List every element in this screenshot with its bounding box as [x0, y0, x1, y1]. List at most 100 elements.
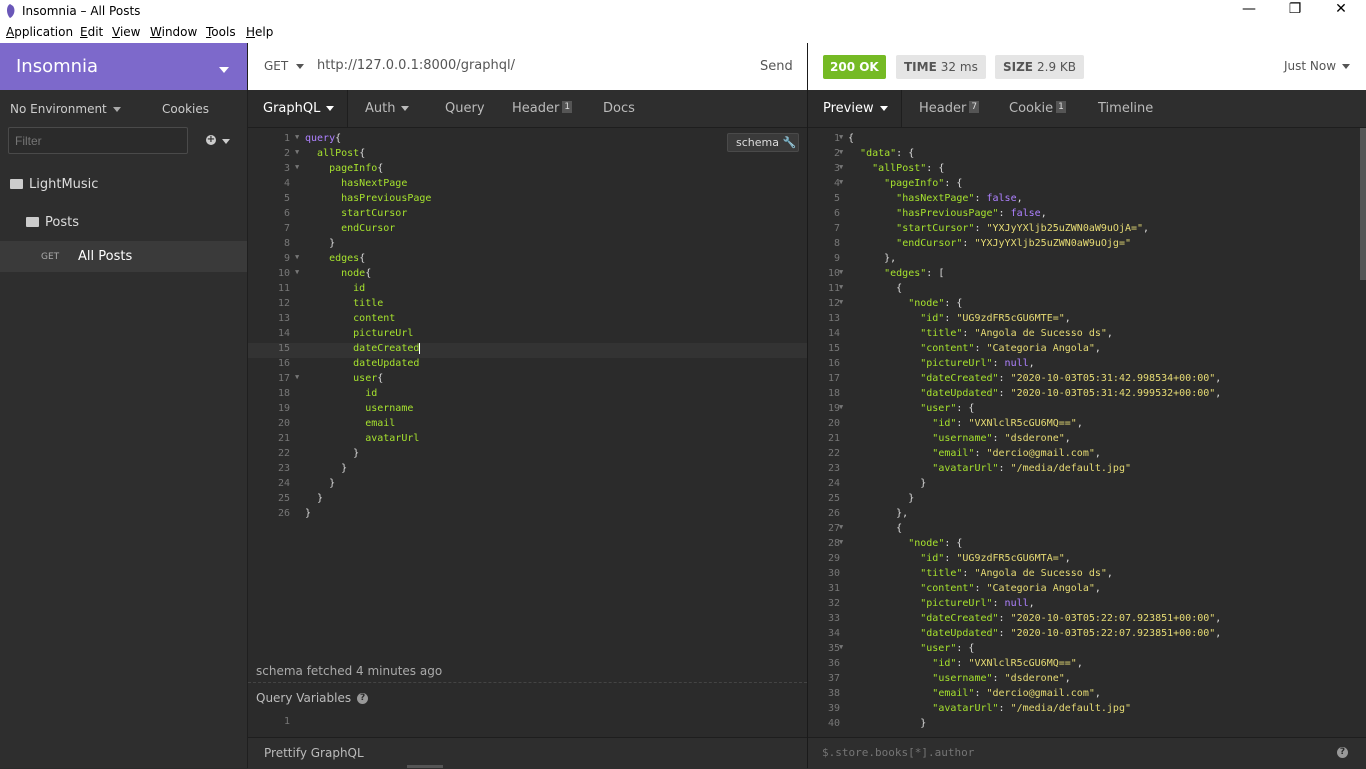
workspace-switcher[interactable]: Insomnia [0, 43, 247, 90]
response-line: 28 ▼ "node": { [808, 538, 1358, 553]
line-number: 25 [277, 493, 290, 504]
line-number: 22 [827, 448, 840, 459]
sidebar-request-all-posts[interactable]: GET All Posts [0, 241, 247, 272]
tab-graphql[interactable]: GraphQL [263, 101, 335, 116]
graphql-query-editor[interactable]: schema 🔧 1 ▼ query{2 ▼ allPost{3 ▼ pageInfo{… [248, 128, 807, 658]
chevron-down-icon [326, 106, 335, 111]
response-line: 8 "endCursor": "YXJyYXljb25uZWN0aW9uOjg=… [808, 238, 1358, 253]
fold-toggle-icon[interactable]: ▼ [839, 283, 843, 291]
size-label: SIZE [1003, 60, 1034, 74]
response-line: 23 "avatarUrl": "/media/default.jpg" [808, 463, 1358, 478]
tab-query[interactable]: Query [445, 101, 485, 116]
fold-toggle-icon[interactable]: ▼ [839, 298, 843, 306]
line-number: 25 [827, 493, 840, 504]
line-number: 40 [827, 718, 840, 729]
menu-tools[interactable]: Tools [206, 25, 236, 39]
query-line: 15 dateCreated [248, 343, 807, 358]
query-line: 11 id [248, 283, 807, 298]
response-line: 4 ▼ "pageInfo": { [808, 178, 1358, 193]
menu-help-label: elp [255, 25, 274, 39]
response-filter-input[interactable] [822, 746, 1222, 759]
fold-toggle-icon[interactable]: ▼ [295, 148, 299, 156]
add-plus-icon[interactable]: + [206, 135, 216, 145]
url-input[interactable]: http://127.0.0.1:8000/graphql/ [317, 58, 515, 73]
line-number: 28 [827, 538, 840, 549]
fold-toggle-icon[interactable]: ▼ [839, 148, 843, 156]
chevron-down-icon[interactable] [222, 139, 230, 144]
line-number: 7 [833, 223, 840, 234]
fold-toggle-icon[interactable]: ▼ [295, 163, 299, 171]
menu-view[interactable]: View [112, 25, 140, 39]
chevron-down-icon[interactable] [296, 64, 304, 69]
help-icon[interactable]: ? [357, 693, 369, 704]
cookies-button[interactable]: Cookies [162, 102, 209, 116]
menu-window-label: indow [161, 25, 198, 39]
response-history-dropdown[interactable]: Just Now [1284, 59, 1351, 73]
fold-toggle-icon[interactable]: ▼ [839, 268, 843, 276]
environment-selector[interactable]: No Environment [10, 102, 121, 116]
fold-toggle-icon[interactable]: ▼ [839, 643, 843, 651]
tab-header-label: Header [512, 101, 560, 116]
fold-toggle-icon[interactable]: ▼ [839, 178, 843, 186]
tab-response-header[interactable]: Header 7 [919, 101, 980, 116]
response-line: 35 ▼ "user": { [808, 643, 1358, 658]
tab-auth[interactable]: Auth [365, 101, 410, 116]
menu-window[interactable]: Window [150, 25, 197, 39]
query-variables-header[interactable]: Query Variables? [248, 682, 807, 713]
response-line: 6 "hasPreviousPage": false, [808, 208, 1358, 223]
line-number: 31 [827, 583, 840, 594]
sidebar: Insomnia No Environment Cookies + LightM… [0, 43, 248, 768]
line-number: 37 [827, 673, 840, 684]
response-line: 2 ▼ "data": { [808, 148, 1358, 163]
close-button[interactable]: ✕ [1318, 1, 1364, 17]
fold-toggle-icon[interactable]: ▼ [839, 538, 843, 546]
response-line: 12 ▼ "node": { [808, 298, 1358, 313]
fold-toggle-icon[interactable]: ▼ [839, 523, 843, 531]
query-code: user{ [305, 373, 384, 384]
fold-toggle-icon[interactable]: ▼ [295, 373, 299, 381]
fold-toggle-icon[interactable]: ▼ [295, 268, 299, 276]
brand-name: Insomnia [16, 56, 99, 77]
menu-help-mnemonic: H [246, 25, 256, 39]
maximize-button[interactable]: ❐ [1272, 1, 1318, 17]
help-icon[interactable]: ? [1337, 747, 1348, 758]
menu-edit[interactable]: Edit [80, 25, 103, 39]
query-line: 1 ▼ query{ [248, 133, 807, 148]
tab-docs[interactable]: Docs [603, 101, 635, 116]
scrollbar[interactable] [1360, 128, 1366, 736]
response-line: 39 "avatarUrl": "/media/default.jpg" [808, 703, 1358, 718]
send-button[interactable]: Send [760, 59, 793, 74]
menu-help[interactable]: Help [246, 25, 273, 39]
scrollbar-thumb[interactable] [1360, 128, 1366, 280]
response-preview[interactable]: 1 ▼{2 ▼ "data": {3 ▼ "allPost": {4 ▼ "pageIn… [808, 128, 1366, 736]
response-line: 26 }, [808, 508, 1358, 523]
minimize-button[interactable]: — [1226, 1, 1272, 17]
response-line: 33 "dateCreated": "2020-10-03T05:22:07.9… [808, 613, 1358, 628]
fold-toggle-icon[interactable]: ▼ [295, 133, 299, 141]
line-number: 34 [827, 628, 840, 639]
query-code: pageInfo{ [305, 163, 384, 174]
method-selector[interactable]: GET [264, 59, 288, 73]
response-code: "dateCreated": "2020-10-03T05:22:07.9238… [920, 613, 1222, 624]
tab-preview[interactable]: Preview [823, 101, 888, 116]
menu-application[interactable]: Application [6, 25, 73, 39]
fold-toggle-icon[interactable]: ▼ [295, 253, 299, 261]
fold-toggle-icon[interactable]: ▼ [839, 403, 843, 411]
sidebar-workspace-lightmusic[interactable]: LightMusic [10, 177, 98, 192]
response-code: "allPost": { [872, 163, 945, 174]
sidebar-filter-input[interactable] [8, 127, 188, 154]
fold-toggle-icon[interactable]: ▼ [839, 133, 843, 141]
response-tabs: Preview Header 7 Cookie 1 Timeline [808, 90, 1366, 128]
query-line: 17 ▼ user{ [248, 373, 807, 388]
fold-toggle-icon[interactable]: ▼ [839, 163, 843, 171]
tab-timeline[interactable]: Timeline [1098, 101, 1153, 116]
prettify-graphql-button[interactable]: Prettify GraphQL [264, 746, 364, 760]
tab-cookie[interactable]: Cookie 1 [1009, 101, 1066, 116]
line-number: 29 [827, 553, 840, 564]
menu-tools-label: ools [211, 25, 236, 39]
sidebar-folder-posts[interactable]: Posts [26, 215, 79, 230]
query-variables-text: Query Variables [256, 691, 352, 705]
tab-header[interactable]: Header 1 [512, 101, 573, 116]
chevron-down-icon [1342, 64, 1351, 69]
query-code: dateUpdated [305, 358, 420, 369]
